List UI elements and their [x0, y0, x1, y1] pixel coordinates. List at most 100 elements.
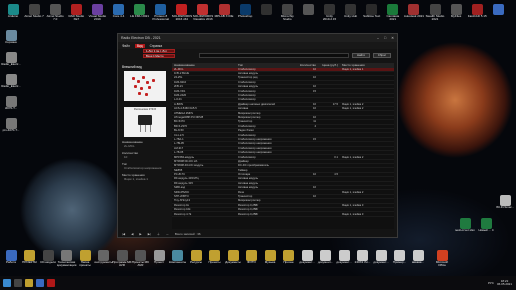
bottom-icon-7[interactable]: Проекты MK AVR [131, 250, 151, 268]
maximize-button[interactable]: □ [384, 36, 386, 40]
bottom-icon-8[interactable]: Проект [149, 250, 169, 268]
find-button[interactable]: Найти [352, 53, 370, 58]
bottom-icon-16[interactable]: документ... [297, 250, 317, 268]
bottom-icon-4[interactable]: Папка проекты [75, 250, 95, 268]
top-icon-6[interactable]: Ltk FMU 2021 [130, 4, 150, 22]
col-type[interactable]: Тип [238, 63, 296, 67]
menu-view[interactable]: Вид [134, 43, 145, 48]
shortcut-label: Camtasia 2021 [386, 15, 400, 22]
top-icon-10[interactable]: MPLAB X IDE [214, 4, 234, 22]
lang-indicator[interactable]: РУС [488, 281, 494, 285]
app-shortcut-icon [324, 4, 335, 15]
table-cell: 4.5 [334, 173, 338, 177]
bottom-icon-14[interactable]: Музыка [260, 250, 280, 268]
prev-page-icon[interactable]: ◀ [131, 232, 133, 236]
bottom-icon-12[interactable]: Документы [223, 250, 243, 268]
add-icon[interactable]: ＋ [157, 232, 160, 236]
bottom-icon-21[interactable]: Пример... [390, 250, 410, 268]
bottom-icon-15[interactable]: Прочее [279, 250, 299, 268]
top-icon-5[interactable]: Core 4.4 [109, 4, 129, 22]
left-icon-1[interactable]: Radio_Electr... [1, 52, 21, 70]
bottom-icon-11[interactable]: Проекты [205, 250, 225, 268]
bottom-icon-1[interactable]: ПРОЕКТЫ [20, 250, 40, 268]
table-cell: Стабилизатор [238, 155, 256, 159]
top-icon-4[interactable]: Visual Studio 2019 [87, 4, 107, 22]
table-cell: 24-25L [174, 76, 183, 80]
top-icon-23[interactable] [488, 4, 508, 22]
bottom-icon-17[interactable]: документ... [316, 250, 336, 268]
app-shortcut-icon [28, 4, 40, 15]
menu-file[interactable]: Файл [122, 44, 130, 48]
bottom-icon-20[interactable]: документ... [371, 250, 391, 268]
bottom-icon-9[interactable]: Компоненты [168, 250, 188, 268]
right-icon-1[interactable]: мой-отчет.xlsx [455, 218, 475, 236]
top-icon-11[interactable]: Photoshop [235, 4, 255, 22]
left-icon-2[interactable]: Radio_Electr... [1, 74, 21, 92]
app-icon[interactable] [47, 279, 55, 287]
table-cell: L-78-05 [174, 151, 184, 155]
close-button[interactable]: ✕ [391, 36, 394, 40]
next-page-icon[interactable]: ▶ [139, 232, 141, 236]
search-icon[interactable] [14, 279, 22, 287]
table-cell: 2L-MCL [174, 67, 184, 71]
bottom-icon-13[interactable]: ФОТО [242, 250, 262, 268]
reset-button[interactable]: Сброс [373, 53, 391, 58]
bottom-icon-19[interactable]: 240X2 Ли... [353, 250, 373, 268]
col-place[interactable]: Место хранения [340, 63, 394, 67]
first-page-icon[interactable]: |◀ [122, 232, 125, 236]
minimize-button[interactable]: – [377, 36, 379, 40]
last-page-icon[interactable]: ▶| [148, 232, 151, 236]
shortcut-label: Radio_Electr... [1, 63, 21, 66]
table-cell: Ящик 1, ячейка 2 [342, 107, 364, 111]
top-icon-7[interactable]: Proteus 8 Professional [151, 4, 171, 22]
top-icon-19[interactable]: Autodesk 2021 [404, 4, 424, 22]
right-icon-2[interactable]: Новый ... 4 [476, 218, 496, 236]
bottom-icon-10[interactable]: Ресурсы [186, 250, 206, 268]
table-cell: 4 [314, 124, 317, 128]
bottom-icon-3[interactable]: Техническая документация [57, 250, 77, 268]
col-name[interactable]: Наименование [172, 63, 238, 67]
top-icon-8[interactable]: SOLIDWORKS 2016 x64 [172, 4, 192, 22]
top-icon-15[interactable]: Unity 2019.2.15 [320, 4, 340, 22]
top-icon-2[interactable]: Atmel Studio 7.0 [45, 4, 65, 22]
top-icon-21[interactable]: MyFiles [446, 4, 466, 22]
clock[interactable]: 18:22 06.05.2021 [496, 279, 512, 287]
delete-icon[interactable]: － [166, 232, 169, 236]
table-row[interactable]: Резистор 4.7k Резистор 0,25Вт Ящик 1, ячей… [172, 212, 394, 217]
clock-date: 06.05.2021 [496, 282, 512, 286]
top-icon-13[interactable]: Microchip Studio [277, 4, 297, 22]
top-icon-9[interactable]: SOLIDWORKS Visualize 2016 [193, 4, 213, 22]
right-icon-3[interactable]: WI-FI-Smar... [495, 195, 515, 213]
top-icon-16[interactable]: Unity Hub [341, 4, 361, 22]
menu-help[interactable]: Справка [150, 44, 163, 48]
col-price[interactable]: Цена (руб.) [318, 63, 340, 67]
left-icon-3[interactable]: i4070-T... [1, 96, 21, 114]
start-icon[interactable] [3, 279, 11, 287]
bottom-icon-6[interactable]: Программ MK AVR [112, 250, 132, 268]
bottom-icon-22[interactable]: вввввв... [408, 250, 428, 268]
top-icon-20[interactable]: Stealth Studio 2021 [425, 4, 445, 22]
left-icon-4[interactable]: pin-4070-T... [1, 118, 21, 136]
explorer-icon[interactable] [25, 279, 33, 287]
location-select[interactable]: Вход 1 Место хранения [143, 54, 175, 58]
top-icon-17[interactable]: Sublime Text [362, 4, 382, 22]
table-cell: MT3608-DC-DC модуль [174, 164, 204, 168]
category-select[interactable]: 1-Лот 1 (м.). Лот [143, 49, 175, 53]
top-icon-3[interactable]: RAD Studio XE7 [66, 4, 86, 22]
top-icon-0[interactable]: Arduino [3, 4, 23, 22]
left-icon-0[interactable]: Корзина [1, 30, 21, 48]
bottom-icon-2[interactable]: CD-модели [38, 250, 58, 268]
top-icon-1[interactable]: Atmel Studio 7 [24, 4, 44, 22]
top-icon-22[interactable]: FastCAD 5.15 [467, 4, 487, 22]
top-icon-14[interactable] [298, 4, 318, 22]
bottom-icon-5[interactable]: инструменты [94, 250, 114, 268]
col-qty[interactable]: Количество [296, 63, 318, 67]
browser-icon[interactable] [36, 279, 44, 287]
bottom-icon-0[interactable]: Работа [1, 250, 21, 268]
top-icon-18[interactable]: Camtasia 2021 [383, 4, 403, 22]
top-icon-12[interactable] [256, 4, 276, 22]
table-cell: Ящик 1, ячейка 2 [342, 102, 364, 106]
bottom-icon-18[interactable]: документ... [334, 250, 354, 268]
search-input[interactable] [199, 53, 349, 58]
right-icon-0[interactable]: Microsoft Office [432, 250, 452, 268]
